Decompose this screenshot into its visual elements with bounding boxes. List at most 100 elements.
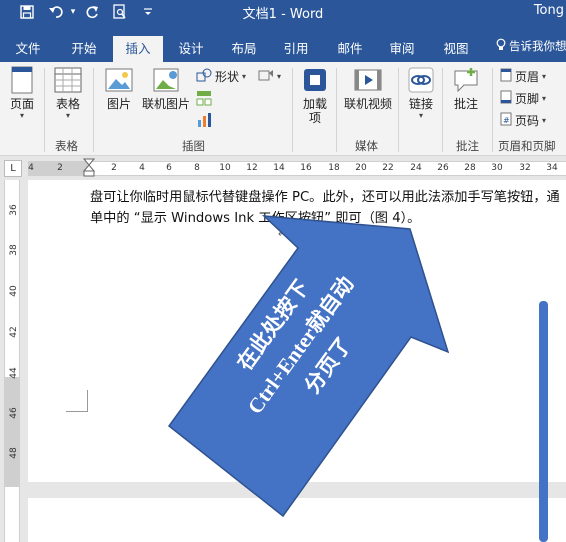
ruler-number: 40 xyxy=(9,285,19,297)
ruler-number: 2 xyxy=(111,163,117,173)
ruler-number: 20 xyxy=(355,163,367,173)
chart-button[interactable] xyxy=(196,112,212,131)
header-icon xyxy=(500,68,512,85)
user-name[interactable]: Tong xyxy=(534,3,564,18)
addins-label-line2: 项 xyxy=(308,111,321,125)
tab-insert[interactable]: 插入 xyxy=(113,36,163,62)
online-picture-icon xyxy=(151,66,181,97)
addins-button[interactable]: 加载 项 xyxy=(298,66,332,125)
ruler-number: 32 xyxy=(519,163,531,173)
window-title: 文档1 - Word xyxy=(242,7,324,22)
chevron-down-icon: ▾ xyxy=(242,72,247,81)
online-video-label: 联机视频 xyxy=(343,97,392,111)
tab-references[interactable]: 引用 xyxy=(272,36,320,62)
paragraph-mark: ↵ xyxy=(278,229,287,240)
video-icon xyxy=(353,66,383,97)
smartart-button[interactable] xyxy=(196,90,212,109)
horizontal-ruler[interactable]: L 4 2 2 4 6 8 10 12 14 16 18 20 22 24 26… xyxy=(0,157,566,179)
online-pictures-button[interactable]: 联机图片 xyxy=(140,66,192,111)
tell-me-text: 告诉我你想 xyxy=(509,39,566,53)
ruler-number: 16 xyxy=(300,163,312,173)
document-text-line[interactable]: 单中的 “显示 Windows Ink 工作区按钮” 即可（图 4）。 xyxy=(90,207,420,226)
ruler-number: 4 xyxy=(139,163,145,173)
ruler-number: 10 xyxy=(219,163,231,173)
page-number-button[interactable]: # 页码 ▾ xyxy=(500,112,546,129)
ruler-number: 42 xyxy=(9,326,19,338)
document-page[interactable]: 盘可让你临时用鼠标代替键盘操作 PC。此外，还可以用此法添加手写笔按钮，通 单中… xyxy=(28,180,566,482)
tab-design[interactable]: 设计 xyxy=(167,36,215,62)
table-icon xyxy=(54,66,82,97)
ruler-number: 2 xyxy=(57,163,63,173)
ruler-number: 46 xyxy=(9,407,19,419)
group-divider xyxy=(44,68,45,152)
document-page-2[interactable] xyxy=(28,498,566,542)
shapes-button[interactable]: 形状 ▾ xyxy=(196,68,246,85)
link-icon xyxy=(407,66,435,97)
group-divider xyxy=(292,68,293,152)
chevron-down-icon: ▾ xyxy=(19,111,24,120)
links-button[interactable]: 链接 ▾ xyxy=(404,66,438,121)
tell-me-box[interactable]: 告诉我你想 xyxy=(496,38,566,54)
document-text-line[interactable]: 盘可让你临时用鼠标代替键盘操作 PC。此外，还可以用此法添加手写笔按钮，通 xyxy=(90,186,560,205)
links-label: 链接 xyxy=(408,97,433,111)
group-label-header-footer: 页眉和页脚 xyxy=(498,139,556,153)
title-bar: ▾ 文档1 - Word Tong xyxy=(0,0,566,24)
page-number-icon: # xyxy=(500,112,512,129)
chevron-down-icon: ▾ xyxy=(277,72,282,81)
table-button[interactable]: 表格 ▾ xyxy=(52,66,84,121)
ruler-number: 12 xyxy=(246,163,258,173)
chevron-down-icon: ▾ xyxy=(65,111,70,120)
shapes-icon xyxy=(196,68,212,85)
chart-icon xyxy=(196,112,212,131)
ruler-number: 26 xyxy=(437,163,449,173)
group-divider xyxy=(336,68,337,152)
footer-icon xyxy=(500,90,512,107)
shapes-label: 形状 xyxy=(215,70,240,84)
ruler-number: 30 xyxy=(491,163,503,173)
tab-layout[interactable]: 布局 xyxy=(220,36,268,62)
ruler-number: 8 xyxy=(194,163,200,173)
group-divider xyxy=(492,68,493,152)
group-label-comments: 批注 xyxy=(456,139,479,153)
tab-view[interactable]: 视图 xyxy=(432,36,480,62)
page-margin-corner xyxy=(66,390,88,412)
footer-button[interactable]: 页脚 ▾ xyxy=(500,90,546,107)
smartart-icon xyxy=(196,90,212,109)
ribbon-insert-panel: 页面 ▾ 表格 ▾ 表格 图片 联机图片 形状 ▾ ▾ 插图 加载 项 联机视频… xyxy=(0,62,566,156)
pages-button[interactable]: 页面 ▾ xyxy=(6,66,38,121)
svg-text:#: # xyxy=(503,116,510,125)
ruler-number: 48 xyxy=(9,447,19,459)
page-number-label: 页码 xyxy=(515,114,540,128)
chevron-down-icon: ▾ xyxy=(542,116,547,125)
header-label: 页眉 xyxy=(515,70,540,84)
tab-mailings[interactable]: 邮件 xyxy=(326,36,374,62)
pictures-label: 图片 xyxy=(106,97,131,111)
screenshot-icon xyxy=(258,68,274,85)
pages-label: 页面 xyxy=(9,97,34,111)
ruler-strip[interactable]: 4 2 2 4 6 8 10 12 14 16 18 20 22 24 26 2… xyxy=(28,158,566,177)
ruler-number: 44 xyxy=(9,367,19,379)
tab-selector[interactable]: L xyxy=(4,160,22,177)
ruler-number: 28 xyxy=(464,163,476,173)
screenshot-button[interactable]: ▾ xyxy=(258,68,281,85)
pictures-button[interactable]: 图片 xyxy=(102,66,136,111)
vertical-ruler-margin xyxy=(5,377,19,487)
comment-button[interactable]: 批注 xyxy=(448,66,484,111)
header-button[interactable]: 页眉 ▾ xyxy=(500,68,546,85)
ruler-number: 6 xyxy=(166,163,172,173)
indent-marker-icon[interactable] xyxy=(82,158,96,182)
vertical-ruler[interactable]: 36 38 40 42 44 46 48 xyxy=(4,180,20,542)
tab-review[interactable]: 审阅 xyxy=(378,36,426,62)
online-pictures-label: 联机图片 xyxy=(141,97,190,111)
ruler-number: 34 xyxy=(546,163,558,173)
online-video-button[interactable]: 联机视频 xyxy=(340,66,396,111)
comment-label: 批注 xyxy=(453,97,478,111)
page-icon xyxy=(9,66,35,97)
tab-home[interactable]: 开始 xyxy=(60,36,108,62)
addins-label-line1: 加载 xyxy=(302,97,327,111)
tab-file[interactable]: 文件 xyxy=(4,36,52,62)
vertical-line-shape[interactable] xyxy=(539,301,548,542)
group-label-table: 表格 xyxy=(55,139,78,153)
group-label-media: 媒体 xyxy=(355,139,378,153)
group-label-illustrations: 插图 xyxy=(182,139,205,153)
